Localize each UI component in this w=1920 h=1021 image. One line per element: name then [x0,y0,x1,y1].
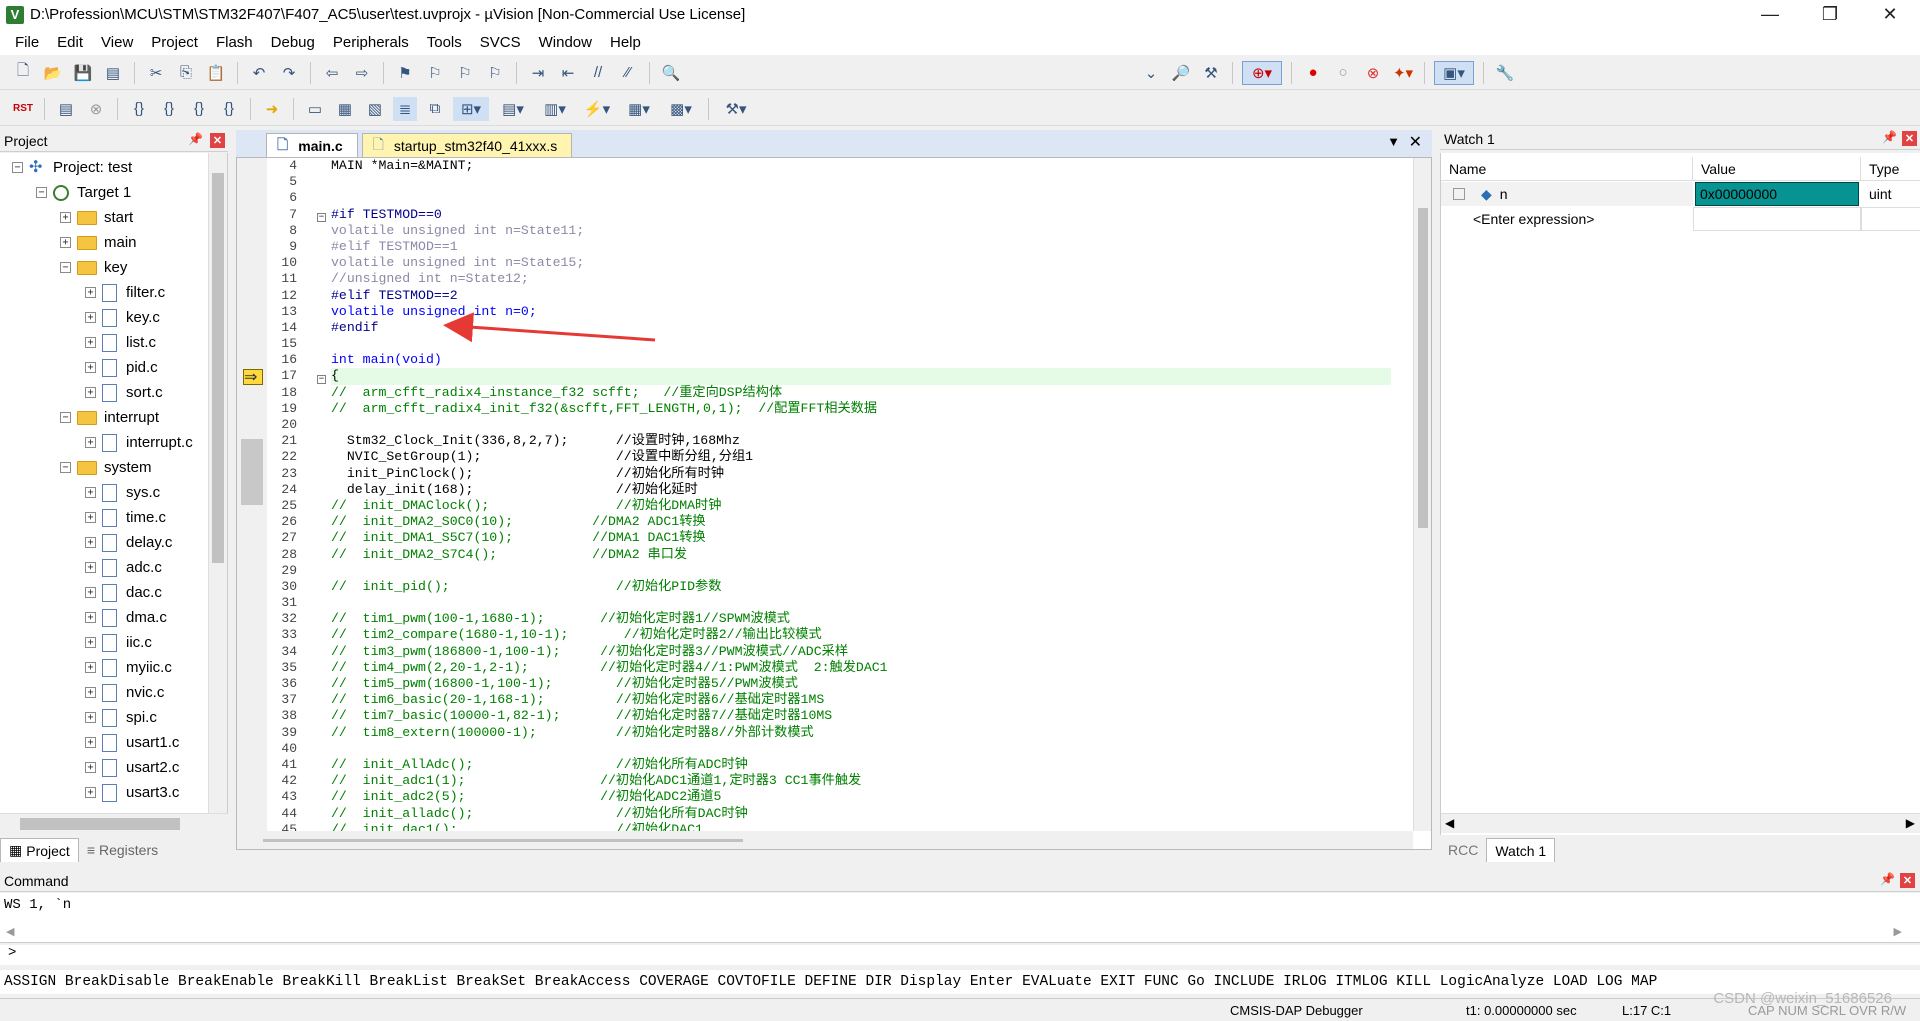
status-bar: CMSIS-DAP Debugger t1: 0.00000000 sec L:… [0,998,1920,1021]
command-output-line: WS 1, `n [4,897,72,913]
watch-horizontal-scrollbar[interactable]: ◀ ▶ [1441,813,1920,833]
status-position: L:17 C:1 [1622,1003,1672,1018]
expand-placeholder [1453,188,1465,200]
command-keyword-list: ASSIGN BreakDisable BreakEnable BreakKil… [0,970,1920,994]
status-time: t1: 0.00000000 sec [1466,1003,1577,1018]
tab-rcc[interactable]: RCC [1440,838,1486,862]
pin-icon[interactable]: 📌 [1880,872,1895,886]
close-panel-icon[interactable]: ✕ [1902,131,1917,146]
watch-empty-type [1861,207,1920,231]
annotation-arrow-code [443,312,656,343]
command-panel-label: Command [4,872,69,889]
command-panel-title: Command 📌 ✕ [0,870,1920,892]
watch-panel-label: Watch 1 [1444,130,1495,147]
watch-header-type[interactable]: Type [1861,157,1920,181]
command-input[interactable]: > [0,945,1920,965]
command-prompt: > [8,945,17,961]
tab-watch-1[interactable]: Watch 1 [1486,838,1556,862]
status-debugger: CMSIS-DAP Debugger [1230,1003,1363,1018]
watch-row-name[interactable]: ◆ n [1441,182,1693,206]
watch-row-type: uint [1869,186,1892,202]
watch-bottom-tabs: RCC Watch 1 [1440,838,1920,862]
watch-header-name[interactable]: Name [1441,157,1693,181]
watch-empty-value [1693,207,1861,231]
watch-window: Name Value Type ◆ n 0x00000000 uint <Ent… [1440,153,1920,835]
command-output: WS 1, `n ◀ ▶ [0,893,1920,943]
pin-icon[interactable]: 📌 [1882,130,1897,144]
close-panel-icon[interactable]: ✕ [1900,873,1915,888]
scroll-left-icon[interactable]: ◀ [1445,816,1454,830]
variable-icon: ◆ [1481,185,1492,202]
watch-header-value[interactable]: Value [1693,157,1861,181]
watch-row-value[interactable]: 0x00000000 [1695,182,1859,206]
enter-expression-field[interactable]: <Enter expression> [1471,207,1693,231]
scroll-right-icon[interactable]: ▶ [1894,925,1902,938]
watermark: CSDN @weixin_51686526 [1713,990,1892,1007]
watch-row-name-label: n [1499,186,1508,202]
scroll-right-icon[interactable]: ▶ [1906,816,1915,830]
scroll-left-icon[interactable]: ◀ [6,925,14,938]
watch-panel-title: Watch 1 📌 ✕ [1440,128,1920,150]
